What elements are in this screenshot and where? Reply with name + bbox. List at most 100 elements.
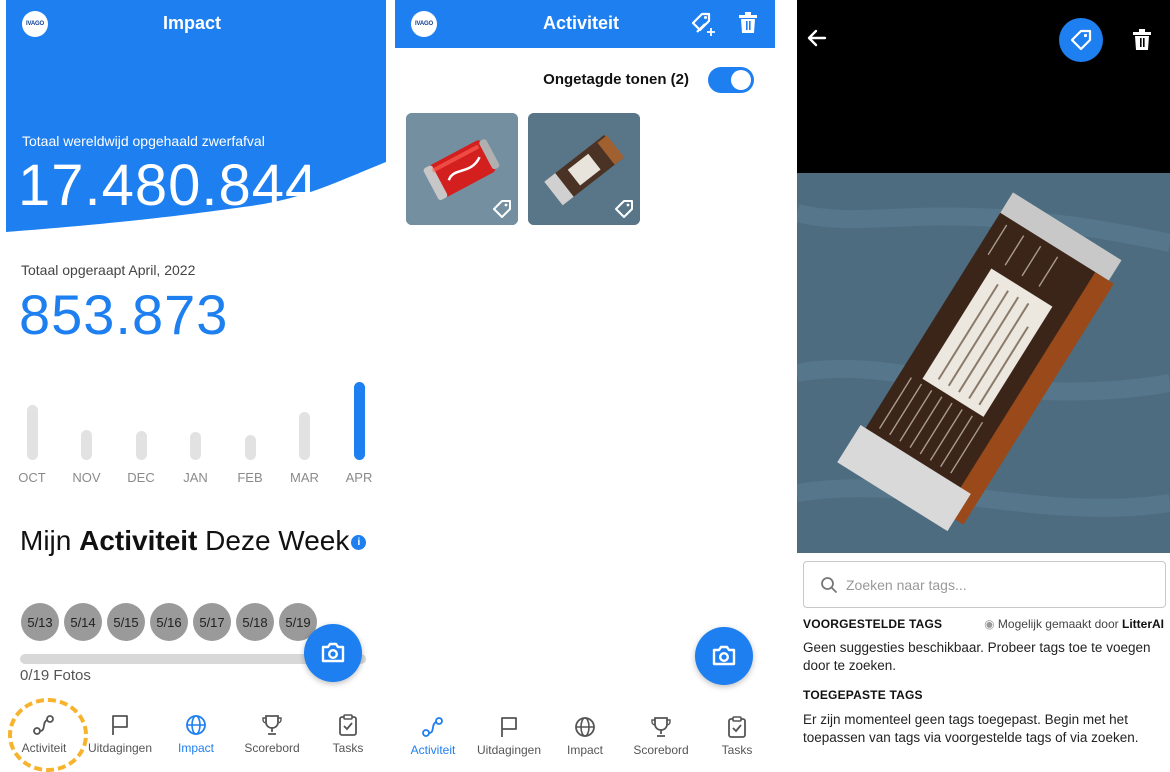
week-title-pre: Mijn	[20, 525, 72, 556]
tab-label: Tasks	[721, 743, 753, 757]
day-circle: 5/15	[107, 603, 145, 641]
trash-icon[interactable]	[1132, 29, 1152, 51]
bar-jan	[190, 431, 201, 460]
bar-oct	[26, 405, 38, 460]
globe-icon	[186, 715, 206, 735]
global-total-value: 17.480.844	[18, 153, 319, 218]
photo-thumbnail-can[interactable]	[406, 113, 518, 225]
trophy-icon	[651, 717, 671, 737]
ivago-logo: IVAGO	[22, 11, 48, 37]
tab-uitdagingen[interactable]: Uitdagingen	[471, 710, 547, 770]
tab-tasks[interactable]: Tasks	[699, 710, 775, 770]
month-total-label: Totaal opgeraapt April, 2022	[21, 262, 196, 278]
bar-nov	[81, 430, 92, 460]
info-icon[interactable]: i	[351, 535, 367, 551]
monthly-bar-chart: OCT NOV DEC JAN FEB MAR APR	[6, 375, 386, 495]
activity-icon	[422, 717, 443, 737]
tab-impact[interactable]: Impact	[158, 708, 234, 768]
ivago-logo: IVAGO	[411, 11, 437, 37]
suggested-tags-text: Geen suggesties beschikbaar. Probeer tag…	[803, 640, 1151, 673]
bar-feb	[244, 435, 256, 460]
flag-icon	[501, 717, 517, 737]
global-total-label: Totaal wereldwijd opgehaald zwerfafval	[22, 133, 265, 149]
week-title-post: Deze Week	[205, 525, 350, 556]
tab-label: Impact	[177, 741, 214, 755]
week-days: 5/13 5/14 5/15 5/16 5/17 5/18 5/19	[21, 603, 317, 641]
tab-impact[interactable]: Impact	[547, 710, 623, 770]
trophy-icon	[262, 715, 282, 735]
tag-icon	[615, 200, 633, 218]
trash-icon[interactable]	[738, 12, 758, 34]
globe-icon	[575, 717, 595, 737]
page-title: Impact	[163, 13, 222, 33]
tick-label-mar: MAR	[290, 470, 319, 485]
bar-mar	[299, 411, 310, 460]
camera-button[interactable]	[695, 627, 753, 685]
tab-label: Uitdagingen	[476, 743, 542, 757]
week-activity-title: Mijn Activiteit Deze Week i	[20, 525, 367, 557]
search-icon	[821, 577, 838, 594]
tab-label: Scorebord	[633, 743, 689, 757]
applied-tags-text: Er zijn momenteel geen tags toegepast. B…	[803, 712, 1139, 745]
litterai-icon: ◉	[984, 617, 995, 631]
powered-brand: LitterAI	[1122, 617, 1164, 631]
day-circle: 5/16	[150, 603, 188, 641]
tab-label: Activiteit	[410, 743, 456, 757]
photo-count: 0/19 Fotos	[20, 667, 91, 684]
tab-label: Tasks	[332, 741, 364, 755]
powered-by: ◉ Mogelijk gemaakt door LitterAI	[984, 617, 1164, 631]
camera-icon	[712, 645, 736, 666]
tab-label: Impact	[566, 743, 603, 757]
photo-header	[797, 0, 1170, 173]
tag-photo-screen: Zoeken naar tags... VOORGESTELDE TAGS ◉ …	[797, 0, 1170, 772]
tick-label-apr: APR	[345, 470, 373, 485]
show-untagged-label: Ongetagde tonen (2)	[543, 71, 689, 88]
clipboard-check-icon	[728, 716, 746, 738]
week-title-bold: Activiteit	[79, 525, 198, 556]
impact-screen: IVAGO Impact Totaal wereldwijd opgehaald…	[6, 0, 386, 772]
highlight-ring	[8, 698, 88, 772]
tab-label: Scorebord	[244, 741, 300, 755]
tick-label-oct: OCT	[18, 470, 46, 485]
tick-label-feb: FEB	[237, 470, 263, 485]
toggle-knob	[731, 70, 751, 90]
tab-scorebord[interactable]: Scorebord	[234, 708, 310, 768]
day-circle: 5/14	[64, 603, 102, 641]
tab-activiteit[interactable]: Activiteit	[395, 710, 471, 770]
tick-label-dec: DEC	[127, 470, 155, 485]
candy-wrapper-image	[797, 173, 1170, 553]
camera-button[interactable]	[304, 624, 362, 682]
tag-search-input[interactable]: Zoeken naar tags...	[803, 561, 1166, 608]
top-bar: IVAGO Activiteit	[395, 0, 775, 48]
bar-dec	[135, 431, 147, 460]
back-arrow-icon[interactable]	[807, 28, 827, 48]
bottom-navigation: Activiteit Uitdagingen Impact Scorebord Task…	[395, 710, 775, 770]
camera-icon	[321, 642, 345, 663]
tag-icon	[493, 200, 511, 218]
bar-apr	[353, 382, 365, 460]
search-placeholder: Zoeken naar tags...	[846, 577, 967, 593]
page-title: Activiteit	[543, 13, 620, 33]
month-total-value: 853.873	[19, 283, 229, 346]
flag-icon	[112, 715, 128, 735]
tag-icon	[1070, 29, 1092, 51]
litter-photo	[797, 173, 1170, 553]
impact-hero: IVAGO Impact Totaal wereldwijd opgehaald…	[6, 0, 386, 240]
tick-label-nov: NOV	[72, 470, 101, 485]
tag-button[interactable]	[1059, 18, 1103, 62]
tab-uitdagingen[interactable]: Uitdagingen	[82, 708, 158, 768]
day-circle: 5/18	[236, 603, 274, 641]
tab-scorebord[interactable]: Scorebord	[623, 710, 699, 770]
clipboard-check-icon	[339, 714, 357, 736]
powered-prefix: Mogelijk gemaakt door	[997, 617, 1119, 631]
tab-tasks[interactable]: Tasks	[310, 708, 386, 768]
day-circle: 5/13	[21, 603, 59, 641]
day-circle: 5/17	[193, 603, 231, 641]
suggested-tags-title: VOORGESTELDE TAGS	[803, 617, 943, 631]
show-untagged-toggle[interactable]	[708, 67, 754, 93]
photo-thumbnail-wrapper[interactable]	[528, 113, 640, 225]
applied-tags-title: TOEGEPASTE TAGS	[803, 688, 923, 702]
activity-screen: IVAGO Activiteit Ongetagde tonen (2) Act…	[395, 0, 775, 772]
tag-add-icon[interactable]	[690, 11, 716, 37]
tick-label-jan: JAN	[183, 470, 208, 485]
